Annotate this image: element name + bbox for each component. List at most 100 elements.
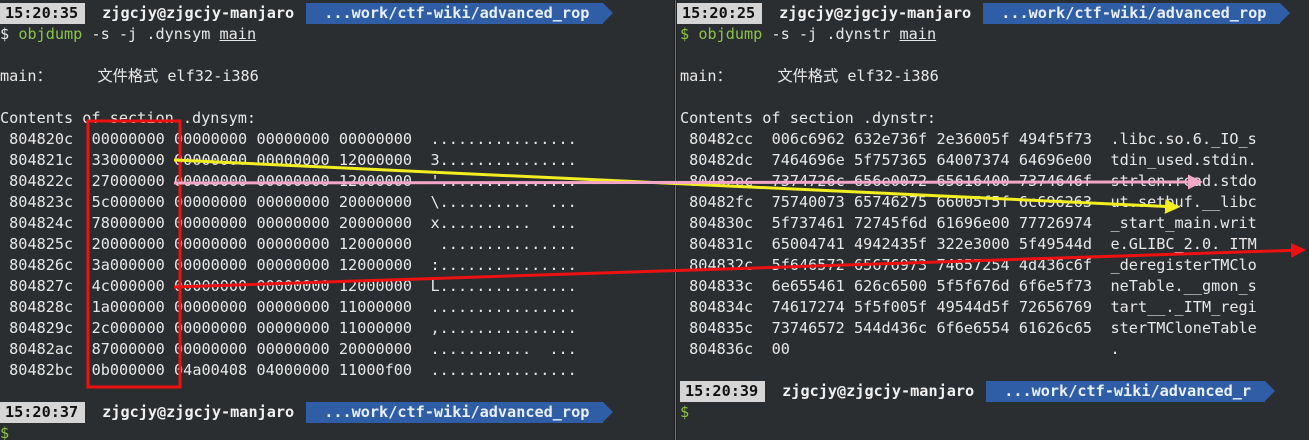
hex-word: 00000000 bbox=[256, 214, 330, 232]
hex-word: 00000000 bbox=[174, 130, 248, 148]
hex-address: 804822c bbox=[9, 172, 74, 190]
prompt-user: zjgcjy@zjgcjy-manjaro bbox=[85, 3, 317, 24]
right-input-prompt[interactable]: $ bbox=[680, 402, 689, 423]
hex-word: 4942435f bbox=[854, 235, 928, 253]
hex-word: 2e36005f bbox=[936, 130, 1010, 148]
hex-word: 78000000 bbox=[91, 214, 165, 232]
prompt-path: ...work/ctf-wiki/advanced_rop bbox=[306, 3, 614, 24]
hex-ascii: . bbox=[1110, 340, 1120, 358]
hex-word: 73746572 bbox=[771, 319, 845, 337]
hex-word: 00000000 bbox=[174, 340, 248, 358]
left-command-line[interactable]: $ objdump -s -j .dynsym main bbox=[0, 24, 256, 45]
right-prompt-bar-2: 15:20:39 zjgcjy@zjgcjy-manjaro ...work/ctf… bbox=[680, 381, 1275, 402]
right-format-line: main： 文件格式 elf32-i386 bbox=[680, 66, 939, 87]
hex-word: 00000000 bbox=[256, 193, 330, 211]
hex-address: 804825c bbox=[9, 235, 74, 253]
hex-ascii: ut.setbuf.__libc bbox=[1110, 193, 1257, 211]
right-prompt-bar: 15:20:25 zjgcjy@zjgcjy-manjaro ...work/ctf… bbox=[677, 3, 1291, 24]
hex-word: 5f737461 bbox=[771, 214, 845, 232]
hex-word: 6f6e5f73 bbox=[1018, 277, 1093, 295]
hex-word: 00000000 bbox=[256, 151, 330, 169]
prompt-time: 15:20:39 bbox=[680, 381, 776, 402]
hex-ascii: _start_main.writ bbox=[1110, 214, 1257, 232]
hex-word: 00000000 bbox=[174, 193, 248, 211]
hex-word: 5f49544d bbox=[1018, 235, 1093, 253]
hex-word: 00000000 bbox=[256, 298, 330, 316]
prompt-dollar: $ bbox=[680, 25, 690, 43]
hex-ascii: e.GLIBC_2.0._ITM bbox=[1110, 235, 1257, 253]
command-name: objdump bbox=[698, 25, 763, 43]
hex-word: 74617274 bbox=[771, 298, 845, 316]
hex-ascii: L............... bbox=[430, 277, 577, 295]
hex-word: 1a000000 bbox=[91, 298, 165, 316]
hex-address: 804827c bbox=[9, 277, 74, 295]
right-section-header: Contents of section .dynstr: bbox=[680, 109, 937, 127]
hex-ascii: :............... bbox=[430, 256, 577, 274]
hex-word: 4c000000 bbox=[91, 277, 165, 295]
hex-word: 6f6e6554 bbox=[936, 319, 1010, 337]
hex-address: 80482ac bbox=[9, 340, 74, 358]
hex-word: 66005f5f bbox=[936, 193, 1010, 211]
hex-word: 00000000 bbox=[256, 277, 330, 295]
left-input-prompt[interactable]: $ bbox=[0, 423, 9, 440]
hex-ascii: neTable.__gmon_s bbox=[1110, 277, 1257, 295]
prompt-time: 15:20:35 bbox=[0, 3, 96, 24]
hex-address: 804820c bbox=[9, 130, 74, 148]
hex-word: 2c000000 bbox=[91, 319, 165, 337]
hex-word: 00000000 bbox=[174, 298, 248, 316]
hex-address: 804828c bbox=[9, 298, 74, 316]
hex-ascii: _deregisterTMClo bbox=[1110, 256, 1257, 274]
left-section-header: Contents of section .dynsym: bbox=[0, 109, 257, 127]
hex-address: 804829c bbox=[9, 319, 74, 337]
hex-word: 33000000 bbox=[91, 151, 165, 169]
hex-address: 804824c bbox=[9, 214, 74, 232]
prompt-path: ...work/ctf-wiki/advanced_rop bbox=[983, 3, 1291, 24]
hex-ascii: 3............... bbox=[430, 151, 577, 169]
hex-word: 11000000 bbox=[338, 319, 413, 337]
hex-word: 87000000 bbox=[91, 340, 165, 358]
hex-address: 804832c bbox=[689, 256, 754, 274]
hex-word: 00000000 bbox=[256, 256, 330, 274]
hex-word: 27000000 bbox=[91, 172, 165, 190]
hex-word: 656e0072 bbox=[854, 172, 928, 190]
right-terminal-pane[interactable]: 15:20:25 zjgcjy@zjgcjy-manjaro ...work/ctf… bbox=[677, 0, 1309, 440]
hex-address: 804831c bbox=[689, 235, 754, 253]
hex-word: 12000000 bbox=[338, 235, 413, 253]
hex-address: 804826c bbox=[9, 256, 74, 274]
hex-word: 12000000 bbox=[338, 172, 413, 190]
hex-ascii: ................ bbox=[430, 361, 577, 379]
right-command-line[interactable]: $ objdump -s -j .dynstr main bbox=[680, 24, 936, 45]
hex-ascii: ........... ... bbox=[430, 340, 577, 358]
hex-address: 80482ec bbox=[689, 172, 754, 190]
hex-word: 12000000 bbox=[338, 256, 413, 274]
command-file-arg: main bbox=[899, 25, 937, 43]
hex-word: 00000000 bbox=[174, 235, 248, 253]
hex-word: 65004741 bbox=[771, 235, 845, 253]
hex-word: 544d436c bbox=[854, 319, 928, 337]
hex-word: 20000000 bbox=[338, 193, 413, 211]
hex-ascii: tart__._ITM_regi bbox=[1110, 298, 1257, 316]
hex-word: 632e736f bbox=[854, 130, 928, 148]
hex-word: 65676973 bbox=[854, 256, 928, 274]
hex-ascii: tdin_used.stdin. bbox=[1110, 151, 1257, 169]
hex-word: 20000000 bbox=[338, 340, 413, 358]
hex-word: 5c000000 bbox=[91, 193, 165, 211]
hex-word: 12000000 bbox=[338, 277, 413, 295]
prompt-user: zjgcjy@zjgcjy-manjaro bbox=[85, 402, 317, 423]
hex-word: 5f5f005f bbox=[854, 298, 928, 316]
prompt-path: ...work/ctf-wiki/advanced_r bbox=[986, 381, 1275, 402]
hex-word: 00000000 bbox=[256, 235, 330, 253]
hex-word: 00000000 bbox=[256, 340, 330, 358]
hex-word: 00000000 bbox=[174, 151, 248, 169]
left-terminal-pane[interactable]: 15:20:35 zjgcjy@zjgcjy-manjaro ...work/ctf… bbox=[0, 0, 674, 440]
hex-word: 00000000 bbox=[174, 319, 248, 337]
hex-word: 6c696263 bbox=[1018, 193, 1093, 211]
prompt-user: zjgcjy@zjgcjy-manjaro bbox=[765, 381, 997, 402]
hex-word: 75740073 bbox=[771, 193, 845, 211]
hex-word: 00000000 bbox=[91, 130, 165, 148]
command-file-arg: main bbox=[219, 25, 257, 43]
hex-word: 00 bbox=[771, 340, 790, 358]
prompt-time: 15:20:25 bbox=[677, 3, 773, 24]
hex-ascii: ................ bbox=[430, 298, 577, 316]
hex-address: 804823c bbox=[9, 193, 74, 211]
